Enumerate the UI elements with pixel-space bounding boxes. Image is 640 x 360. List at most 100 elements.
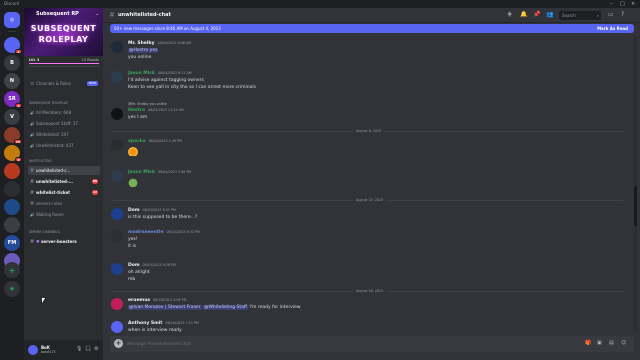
help-icon[interactable]: ? — [621, 11, 624, 18]
avatar[interactable] — [111, 298, 123, 310]
author-name[interactable]: Dom — [128, 208, 140, 213]
server-icon[interactable] — [4, 199, 20, 215]
server-icon[interactable]: 13 — [4, 127, 22, 144]
rail-divider — [8, 31, 16, 32]
user-mention[interactable]: @Whitelisting Staff — [202, 305, 249, 310]
avatar[interactable] — [111, 208, 123, 220]
home-button[interactable]: ◎ — [4, 12, 20, 28]
server-icon[interactable]: FM — [4, 235, 20, 251]
message-text: mb — [128, 277, 136, 282]
microphone-icon[interactable]: 🎙 — [76, 346, 82, 352]
message-author[interactable]: xpocks 08/04/2023 1:49 PM — [128, 139, 182, 144]
avatar[interactable] — [111, 321, 123, 333]
attach-plus-icon[interactable]: + — [114, 339, 123, 348]
server-icon[interactable]: N — [4, 73, 20, 89]
hashtag-icon: # — [109, 11, 115, 19]
explore-servers-button[interactable]: ◉ — [4, 281, 20, 297]
user-mention[interactable]: @Hostro yes — [128, 48, 159, 53]
channel-item[interactable]: # unwhitelisted-... 88 — [28, 177, 100, 186]
category-whitelisting[interactable]: WHITELISTING — [29, 159, 52, 163]
author-name[interactable]: modrnaeentle — [128, 230, 164, 235]
message-author[interactable]: modrnaeentle 08/15/2023 9:32 PM — [128, 230, 200, 235]
server-icon[interactable]: B — [4, 55, 20, 71]
channel-item[interactable]: # servers-rules — [28, 199, 100, 208]
headphones-icon[interactable]: 🎧 — [85, 346, 91, 352]
scrollbar-thumb[interactable] — [634, 186, 637, 226]
avatar[interactable] — [111, 41, 123, 53]
message-author[interactable]: Jason Mick 08/04/2023 9:11 AM — [128, 71, 192, 76]
server-icon[interactable]: V — [4, 109, 20, 125]
author-name[interactable]: Jason Mick — [128, 170, 155, 175]
message-input[interactable] — [127, 339, 567, 349]
sticker-icon[interactable]: ▤ — [609, 340, 614, 346]
avatar[interactable] — [111, 71, 123, 83]
maximize-icon[interactable]: □ — [620, 0, 625, 8]
message-timestamp: 08/15/2023 9:32 PM — [166, 230, 200, 234]
author-name[interactable]: Dom — [128, 263, 140, 268]
add-server-button[interactable]: + — [4, 262, 20, 278]
message-author[interactable]: Dom 08/15/2023 9:38 PM — [128, 263, 176, 268]
pin-icon[interactable]: 📌 — [533, 11, 540, 18]
channel-item[interactable]: 🔊 Waiting Room — [28, 210, 100, 219]
chevron-down-icon[interactable]: ⌄ — [96, 11, 99, 16]
stats-channel[interactable]: 🔊 Unwhitelisted: 437 — [28, 141, 100, 150]
avatar[interactable] — [111, 230, 123, 242]
gift-icon[interactable]: 🎁 — [585, 340, 591, 346]
server-icon[interactable] — [4, 217, 20, 233]
server-icon[interactable]: 1 — [4, 37, 22, 54]
channels-roles-label: Channels & Roles — [36, 81, 71, 86]
author-name[interactable]: xpocks — [128, 139, 146, 144]
author-name[interactable]: Anthony Smit — [128, 321, 162, 326]
author-name[interactable]: Mr. Shelby — [128, 41, 155, 46]
author-name[interactable]: Jason Mick — [128, 71, 155, 76]
threads-icon[interactable]: ⋕ — [507, 11, 512, 18]
channel-item[interactable]: # unwhitelisted-c... — [28, 166, 100, 175]
stats-channel[interactable]: 🔊 Subsequent Staff: 17 — [28, 119, 100, 128]
gear-icon[interactable]: ⚙ — [94, 346, 98, 352]
channel-item[interactable]: # whitelist-ticket 12 — [28, 188, 100, 197]
reply-preview[interactable]: @Mr. Shelby you online — [128, 102, 167, 106]
close-icon[interactable]: × — [631, 0, 635, 8]
stats-channel[interactable]: 🔊 Whitelisted: 297 — [28, 130, 100, 139]
search-input[interactable]: Search ⌕ — [559, 11, 601, 20]
server-icon[interactable]: 6 — [4, 145, 22, 162]
channels-roles-item[interactable]: ≡ Channels & Roles NEW — [28, 79, 100, 88]
category-stats[interactable]: SUBSEQUENT ROLEPLAY — [29, 101, 68, 105]
author-name[interactable]: Hostro — [128, 108, 145, 113]
minimize-icon[interactable]: – — [610, 0, 613, 8]
members-icon[interactable]: 👥 — [546, 11, 553, 18]
channel-label: Waiting Room — [36, 212, 64, 217]
author-name[interactable]: eruemus — [128, 298, 150, 303]
scrollbar[interactable] — [634, 36, 637, 332]
server-banner[interactable]: Subsequent RP ⌄ SUBSEQUENT ROLEPLAY — [24, 8, 103, 56]
inbox-icon[interactable]: ▭ — [608, 11, 614, 18]
avatar[interactable] — [111, 170, 123, 182]
server-icon[interactable] — [4, 163, 20, 179]
bell-icon[interactable]: 🔔 — [520, 11, 527, 18]
avatar[interactable] — [28, 345, 38, 355]
avatar[interactable] — [111, 108, 123, 120]
compass-icon: ◉ — [9, 286, 15, 292]
boost-bar-fill — [29, 63, 99, 64]
message-author[interactable]: Jason Mick 08/04/2023 2:06 PM — [128, 170, 191, 175]
server-icon[interactable] — [4, 181, 20, 197]
new-messages-bar[interactable]: 50+ new messages since 8:46 AM on August… — [110, 24, 634, 33]
message-author[interactable]: Hostro 08/04/2023 11:34 AM — [128, 108, 184, 113]
message-author[interactable]: Mr. Shelby 08/04/2023 8:46 AM — [128, 41, 191, 46]
boost-progress[interactable]: LVL 3 15 Boosts — [24, 56, 103, 65]
stats-channel[interactable]: 🔊 All Members: 668 — [28, 108, 100, 117]
avatar[interactable] — [111, 139, 123, 151]
date-divider-label: August 16, 2023 — [353, 289, 387, 293]
user-mention[interactable]: @Ivan Morozov | Stewart Fraser — [128, 305, 202, 310]
avatar[interactable] — [111, 263, 123, 275]
mark-as-read-button[interactable]: Mark As Read — [597, 24, 628, 33]
server-icon[interactable]: SR 2 — [4, 91, 22, 108]
gif-icon[interactable]: ▣ — [597, 340, 602, 346]
message-author[interactable]: Dom 08/15/2023 9:37 PM — [128, 208, 176, 213]
category-server-channels[interactable]: SERVER CHANNELS — [29, 230, 60, 234]
message-author[interactable]: Anthony Smit 08/16/2023 7:11 PM — [128, 321, 199, 326]
message-author[interactable]: eruemus 08/16/2023 4:06 PM — [128, 298, 186, 303]
emoji-icon[interactable]: ☺ — [621, 340, 626, 346]
channel-item[interactable]: # ♥ server-boosters — [28, 237, 100, 246]
message-text: I'd advise against tagging owners — [128, 78, 204, 83]
